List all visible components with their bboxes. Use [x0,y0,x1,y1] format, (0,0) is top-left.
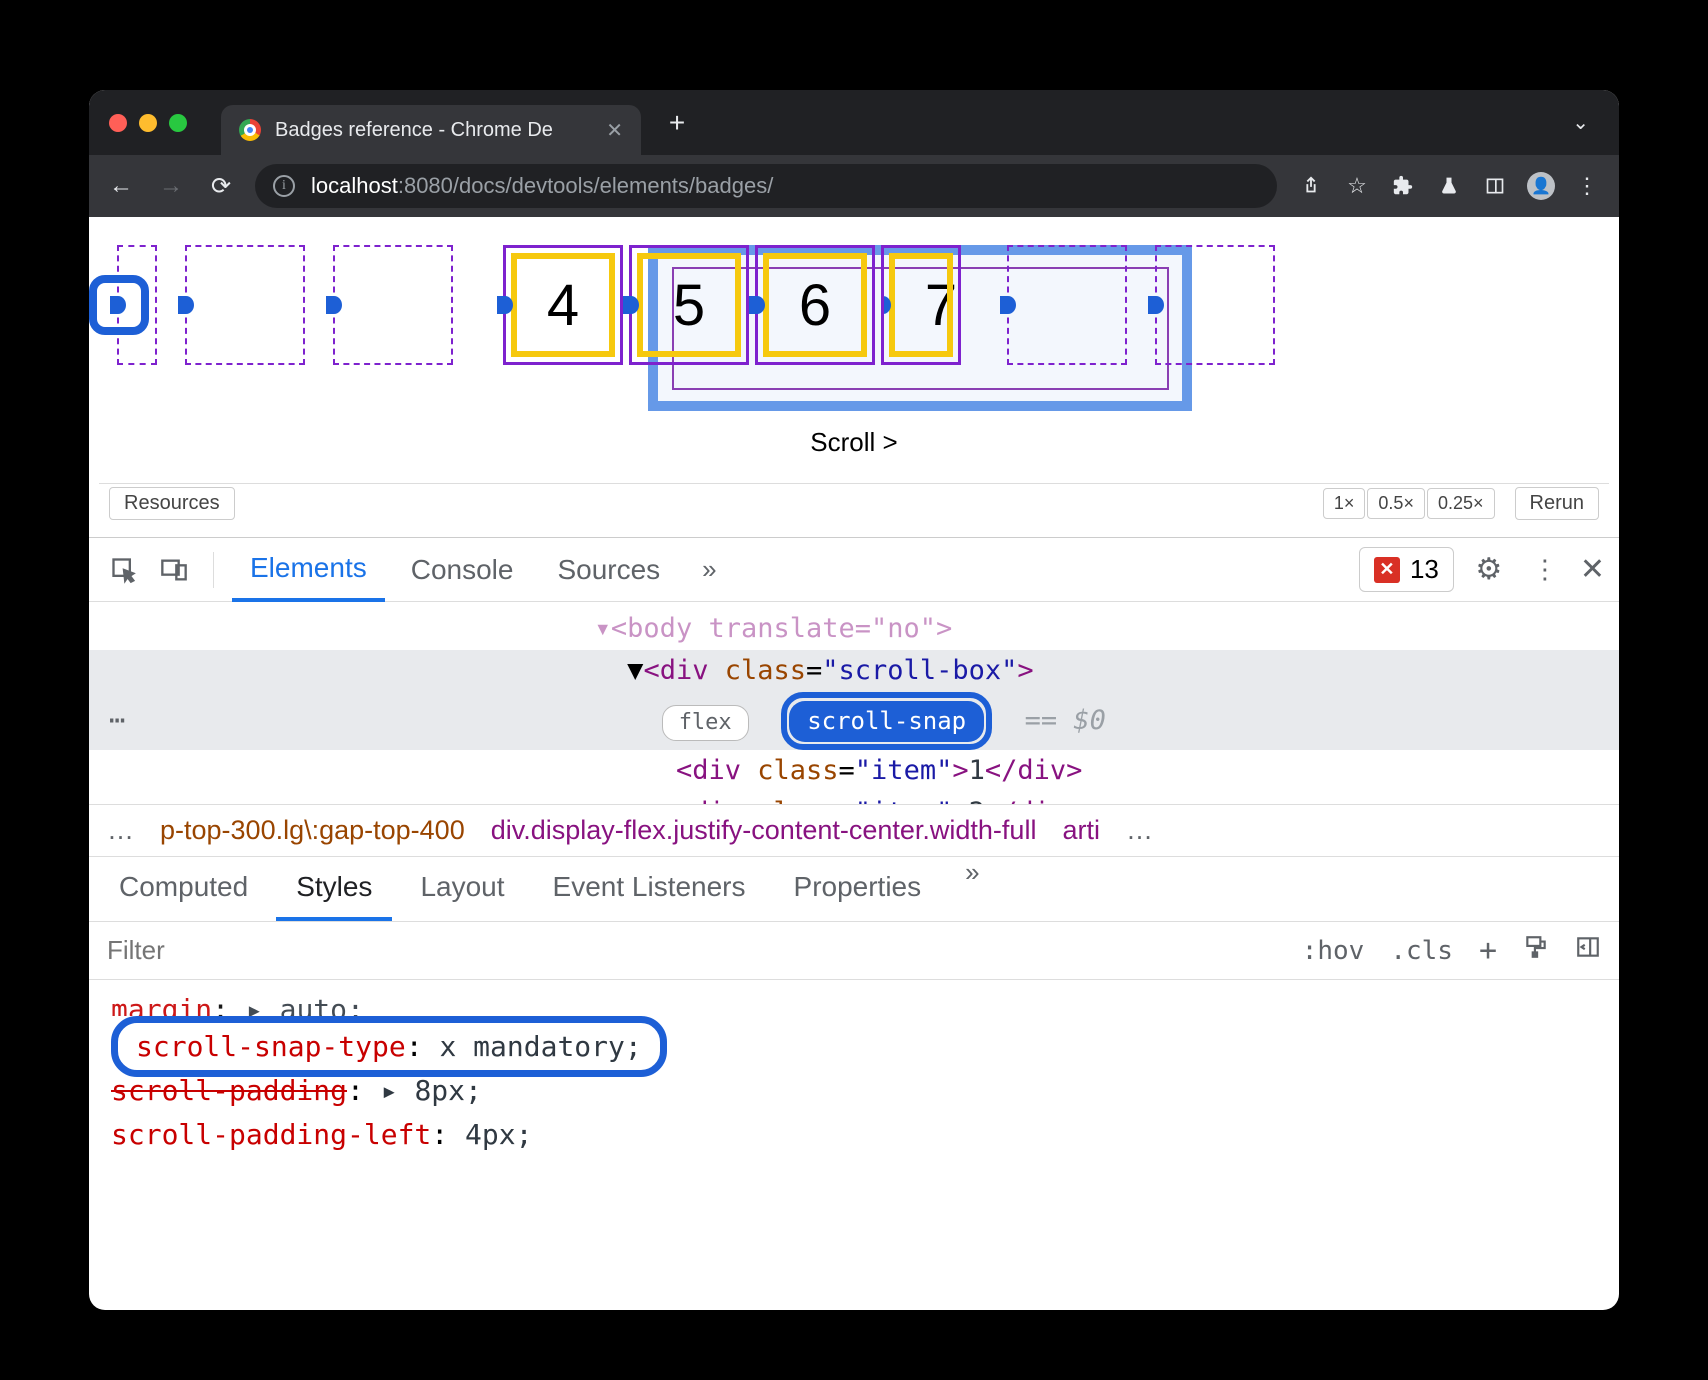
scroll-snap-badge-highlight: scroll-snap [781,692,992,750]
close-window-button[interactable] [109,114,127,132]
snap-point-icon [1148,296,1164,314]
scroll-hint-label: Scroll > [89,427,1619,458]
snap-point-icon [326,296,342,314]
error-counter[interactable]: ✕13 [1359,547,1454,592]
url-text: localhost:8080/docs/devtools/elements/ba… [311,173,773,199]
snap-point-icon [178,296,194,314]
zoom-025x[interactable]: 0.25× [1427,488,1495,519]
scroll-item[interactable]: 5 [629,245,749,365]
scroll-item[interactable] [185,245,305,365]
css-declaration[interactable]: margin: ▸ auto; [111,988,1597,1016]
window-controls [109,114,187,132]
toolbar-actions: ☆ 👤 ⋮ [1289,164,1609,208]
browser-tab[interactable]: Badges reference - Chrome De ✕ [221,105,641,155]
tab-layout[interactable]: Layout [400,857,524,921]
scroll-item[interactable] [333,245,453,365]
styles-tabbar: Computed Styles Layout Event Listeners P… [89,857,1619,922]
scroll-snap-badge[interactable]: scroll-snap [789,701,984,742]
close-devtools-icon[interactable]: ✕ [1580,552,1605,587]
highlighted-declaration: scroll-snap-type: x mandatory; [111,1016,667,1077]
tab-strip: Badges reference - Chrome De ✕ + ⌄ [89,90,1619,155]
profile-avatar[interactable]: 👤 [1519,164,1563,208]
scroll-item[interactable]: 4 [503,245,623,365]
snap-point-icon [881,296,891,314]
styles-filter-input[interactable] [107,935,1288,966]
scroll-item[interactable]: 7 [881,245,961,365]
forward-button[interactable]: → [149,164,193,208]
scroll-item[interactable] [1155,245,1275,365]
css-declaration[interactable]: scroll-snap-type: x mandatory; [111,1016,1597,1077]
address-bar[interactable]: i localhost:8080/docs/devtools/elements/… [255,164,1277,208]
snap-point-icon [110,296,126,314]
back-button[interactable]: ← [99,164,143,208]
share-icon[interactable] [1289,164,1333,208]
tab-computed[interactable]: Computed [99,857,268,921]
css-declaration[interactable]: scroll-padding: ▸ 8px; [111,1069,1597,1112]
tab-list-chevron-icon[interactable]: ⌄ [1572,110,1589,135]
hover-toggle[interactable]: :hov [1302,936,1365,966]
breadcrumb[interactable]: … p-top-300.lg\:gap-top-400 div.display-… [89,804,1619,857]
scroll-item[interactable] [1007,245,1127,365]
chrome-favicon-icon [239,119,261,141]
tab-event-listeners[interactable]: Event Listeners [533,857,766,921]
extensions-icon[interactable] [1381,164,1425,208]
tab-console[interactable]: Console [393,540,532,600]
labs-icon[interactable] [1427,164,1471,208]
page-viewport: 4 5 6 7 Scroll > Resources 1× 0.5× 0.25×… [89,217,1619,537]
more-styles-tabs-icon[interactable]: » [949,857,995,921]
new-rule-icon[interactable]: + [1479,933,1497,968]
cls-toggle[interactable]: .cls [1390,936,1453,966]
panel-icon[interactable] [1473,164,1517,208]
bookmark-star-icon[interactable]: ☆ [1335,164,1379,208]
devtools-tabbar: Elements Console Sources » ✕13 ⚙ ⋮ ✕ [89,538,1619,602]
minimize-window-button[interactable] [139,114,157,132]
resources-button[interactable]: Resources [109,487,235,520]
settings-gear-icon[interactable]: ⚙ [1468,549,1510,591]
zoom-1x[interactable]: 1× [1323,488,1366,519]
css-declaration[interactable]: scroll-padding-left: 4px; [111,1113,1597,1156]
snap-point-icon [497,296,513,314]
scroll-item[interactable] [117,245,157,365]
snap-point-icon [1000,296,1016,314]
tab-title: Badges reference - Chrome De [275,119,553,142]
devtools-menu-icon[interactable]: ⋮ [1524,549,1566,591]
crumb-item[interactable]: arti [1062,815,1100,846]
scroll-item[interactable]: 6 [755,245,875,365]
tab-properties[interactable]: Properties [774,857,942,921]
styles-filter-row: :hov .cls + [89,922,1619,980]
browser-window: Badges reference - Chrome De ✕ + ⌄ ← → ⟳… [89,90,1619,1310]
inspect-element-icon[interactable] [103,549,145,591]
snap-point-icon [749,296,765,314]
flex-badge[interactable]: flex [662,705,749,741]
dom-tree[interactable]: ▾<body translate="no"> ▼<div class="scro… [89,602,1619,804]
crumb-item[interactable]: div.display-flex.justify-content-center.… [491,815,1037,846]
device-toolbar-icon[interactable] [153,549,195,591]
css-rules[interactable]: margin: ▸ auto; scroll-snap-type: x mand… [89,980,1619,1164]
paint-icon[interactable] [1523,934,1549,967]
site-info-icon[interactable]: i [273,175,295,197]
scroll-box[interactable]: 4 5 6 7 [107,245,1601,365]
kebab-menu-icon[interactable]: ⋮ [1565,164,1609,208]
demo-controls: Resources 1× 0.5× 0.25× Rerun [99,483,1609,523]
zoom-controls: 1× 0.5× 0.25× [1323,488,1495,519]
more-tabs-icon[interactable]: » [686,554,732,585]
tab-styles[interactable]: Styles [276,857,392,921]
snap-point-icon [623,296,639,314]
crumb-item[interactable]: p-top-300.lg\:gap-top-400 [160,815,465,846]
devtools-panel: Elements Console Sources » ✕13 ⚙ ⋮ ✕ ▾<b… [89,537,1619,1164]
tab-elements[interactable]: Elements [232,538,385,602]
toolbar: ← → ⟳ i localhost:8080/docs/devtools/ele… [89,155,1619,217]
tab-sources[interactable]: Sources [539,540,678,600]
maximize-window-button[interactable] [169,114,187,132]
toggle-sidebar-icon[interactable] [1575,934,1601,967]
zoom-05x[interactable]: 0.5× [1367,488,1425,519]
error-icon: ✕ [1374,557,1400,583]
rerun-button[interactable]: Rerun [1515,487,1599,520]
new-tab-button[interactable]: + [657,103,697,143]
close-tab-icon[interactable]: ✕ [606,118,623,143]
reload-button[interactable]: ⟳ [199,164,243,208]
